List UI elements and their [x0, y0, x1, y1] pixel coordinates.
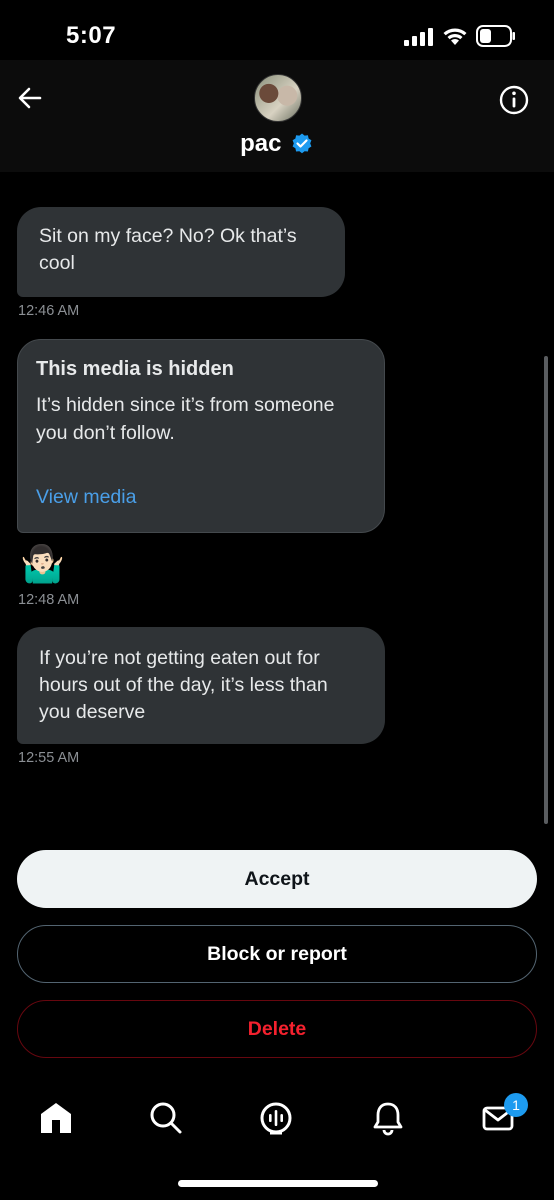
- search-icon[interactable]: [146, 1098, 186, 1138]
- accept-button[interactable]: Accept: [17, 850, 537, 908]
- notifications-icon[interactable]: [368, 1098, 408, 1138]
- home-icon[interactable]: [36, 1098, 76, 1138]
- shrug-emoji-message[interactable]: 🤷🏻‍♂️: [20, 544, 72, 584]
- scrollbar[interactable]: [544, 356, 548, 824]
- message-text: If you’re not getting eaten out for hour…: [39, 647, 328, 723]
- hidden-media-description: It’s hidden since it’s from someone you …: [36, 394, 335, 444]
- verified-badge-icon: [292, 133, 312, 154]
- block-or-report-button[interactable]: Block or report: [17, 925, 537, 983]
- view-media-link[interactable]: View media: [36, 486, 136, 509]
- delete-button[interactable]: Delete: [17, 1000, 537, 1058]
- battery-icon: [476, 25, 515, 47]
- hidden-media-title: This media is hidden: [36, 358, 234, 380]
- cellular-signal-icon: [404, 28, 433, 46]
- message-timestamp: 12:55 AM: [18, 750, 80, 766]
- profile-name: pac: [240, 130, 282, 157]
- status-time: 5:07: [66, 22, 117, 49]
- info-icon[interactable]: [498, 84, 530, 116]
- message-bubble[interactable]: If you’re not getting eaten out for hour…: [17, 627, 385, 744]
- message-text: Sit on my face? No? Ok that’s cool: [39, 225, 297, 274]
- messages-unread-badge: 1: [504, 1093, 528, 1117]
- conversation-header: pac: [0, 60, 554, 172]
- avatar[interactable]: [254, 74, 302, 122]
- message-bubble[interactable]: Sit on my face? No? Ok that’s cool: [17, 207, 345, 297]
- wifi-icon: [443, 28, 467, 45]
- home-indicator[interactable]: [178, 1180, 378, 1187]
- message-timestamp: 12:48 AM: [18, 592, 80, 608]
- message-timestamp: 12:46 AM: [18, 303, 80, 319]
- hidden-media-card: This media is hidden It’s hidden since i…: [17, 339, 385, 533]
- spaces-icon[interactable]: [256, 1098, 296, 1138]
- arrow-left-icon[interactable]: [14, 82, 46, 114]
- profile-name-row[interactable]: pac: [0, 130, 554, 158]
